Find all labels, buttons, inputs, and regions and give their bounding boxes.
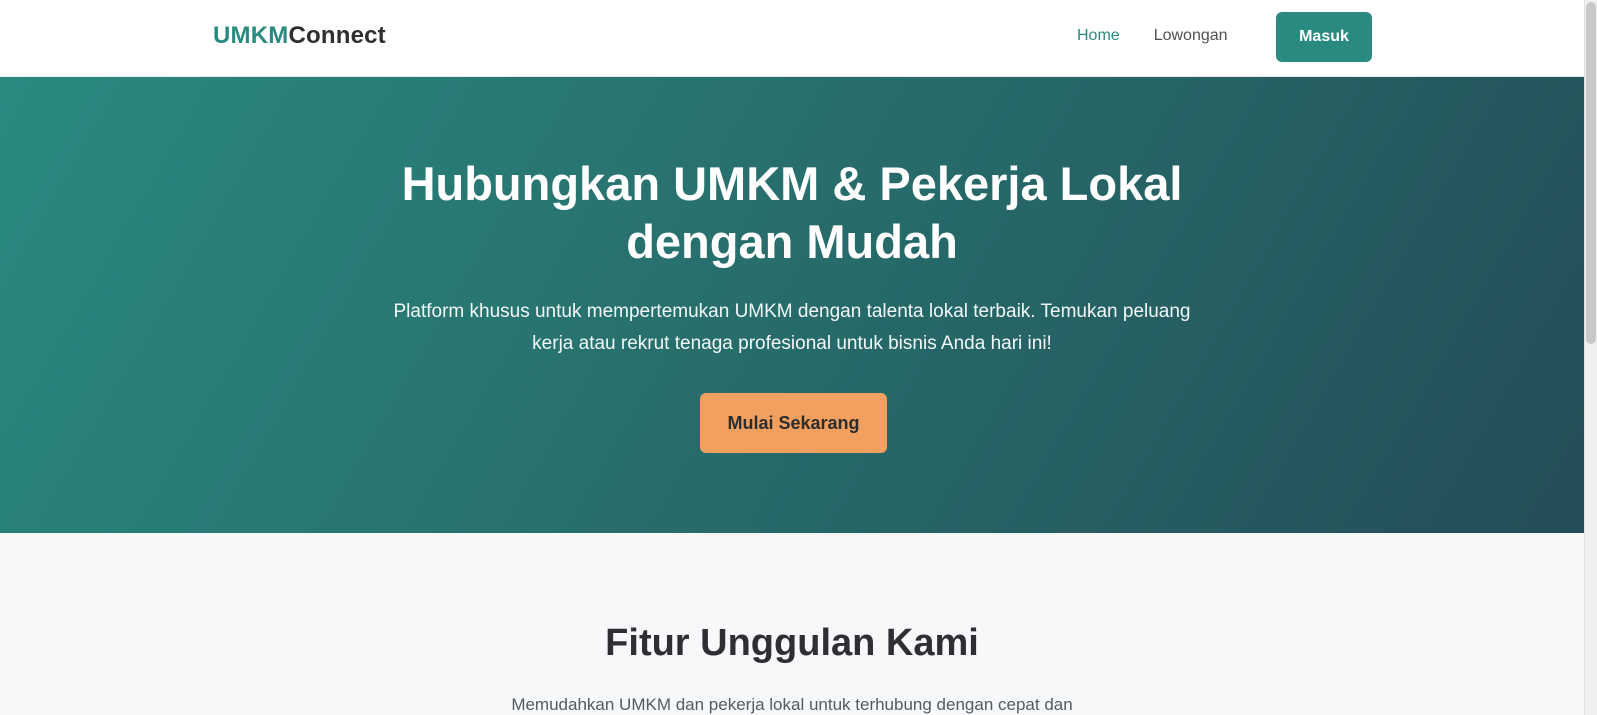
nav-lowongan-link[interactable]: Lowongan	[1154, 26, 1228, 46]
brand-logo[interactable]: UMKMConnect	[213, 22, 386, 50]
brand-logo-part-umkm: UMKM	[213, 22, 289, 49]
login-button[interactable]: Masuk	[1276, 12, 1372, 62]
features-section: Fitur Unggulan Kami Memudahkan UMKM dan …	[0, 533, 1584, 715]
start-now-button[interactable]: Mulai Sekarang	[700, 393, 887, 453]
top-navbar: UMKMConnect Home Lowongan Masuk	[0, 0, 1584, 77]
vertical-scrollbar[interactable]	[1584, 0, 1597, 715]
hero-section: Hubungkan UMKM & Pekerja Lokal dengan Mu…	[0, 77, 1584, 533]
features-title: Fitur Unggulan Kami	[605, 622, 979, 664]
page: UMKMConnect Home Lowongan Masuk Hubungka…	[0, 0, 1597, 715]
features-subtitle: Memudahkan UMKM dan pekerja lokal untuk …	[511, 695, 1073, 714]
hero-title: Hubungkan UMKM & Pekerja Lokal dengan Mu…	[401, 157, 1183, 268]
hero-subtitle: Platform khusus untuk mempertemukan UMKM…	[393, 301, 1191, 354]
nav-home-link[interactable]: Home	[1077, 26, 1120, 46]
brand-logo-part-connect: Connect	[288, 22, 386, 49]
nav-links: Home Lowongan	[1077, 26, 1228, 46]
scrollbar-thumb[interactable]	[1586, 2, 1596, 344]
